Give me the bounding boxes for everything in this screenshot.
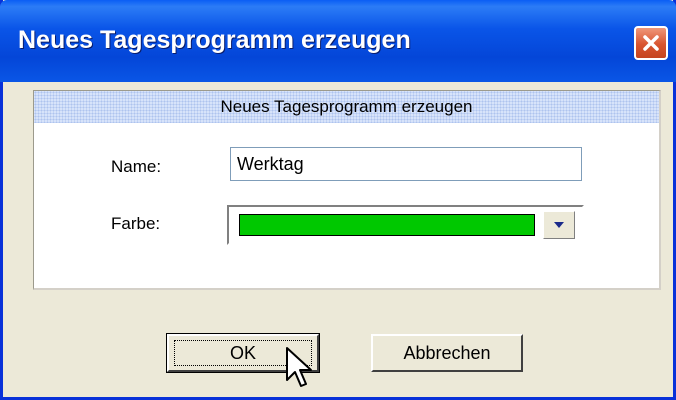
chevron-down-icon (554, 222, 564, 228)
cancel-button-label: Abbrechen (403, 342, 491, 363)
panel-header: Neues Tagesprogramm erzeugen (34, 91, 659, 123)
dialog-content: Neues Tagesprogramm erzeugen Name: Farbe… (3, 82, 673, 397)
name-label: Name: (111, 157, 162, 176)
close-icon (643, 35, 659, 51)
color-select[interactable] (227, 205, 584, 245)
window-title: Neues Tagesprogramm erzeugen (18, 26, 411, 54)
cancel-button[interactable]: Abbrechen (371, 334, 523, 372)
form-panel: Neues Tagesprogramm erzeugen Name: Farbe… (33, 90, 661, 290)
title-bar[interactable]: Neues Tagesprogramm erzeugen (0, 0, 676, 82)
color-dropdown-button[interactable] (543, 211, 575, 239)
mouse-cursor-icon (286, 347, 312, 387)
close-button[interactable] (634, 26, 668, 60)
name-input[interactable] (230, 147, 582, 181)
dialog-window: Neues Tagesprogramm erzeugen Neues Tages… (0, 0, 676, 400)
color-swatch (239, 214, 535, 236)
color-label: Farbe: (111, 214, 161, 233)
